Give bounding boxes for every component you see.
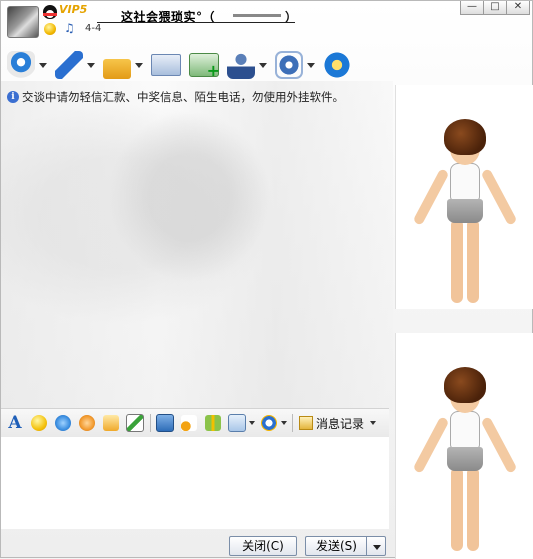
notice-text: 交谈中请勿轻信汇款、中奖信息、陌生电话，勿使用外挂软件。: [22, 90, 344, 104]
qq-penguin-icon: [43, 5, 57, 19]
chevron-down-icon[interactable]: [259, 62, 267, 68]
obscured-text: [233, 14, 281, 17]
security-notice: i 交谈中请勿轻信汇款、中奖信息、陌生电话，勿使用外挂软件。: [7, 89, 344, 105]
avatar-leg: [467, 219, 479, 303]
microphone-icon[interactable]: [55, 51, 83, 79]
music-note-icon[interactable]: ♫: [64, 21, 75, 35]
message-history[interactable]: [1, 105, 389, 405]
chevron-down-icon[interactable]: [135, 62, 143, 68]
send-image-button[interactable]: [155, 413, 175, 433]
send-file-icon[interactable]: [103, 59, 131, 79]
shake-icon: [79, 415, 95, 431]
send-button[interactable]: 发送(S): [305, 536, 367, 556]
music-icon: [181, 415, 197, 431]
webcam-icon[interactable]: [7, 51, 35, 79]
emoticon-button[interactable]: [29, 413, 49, 433]
shake-button[interactable]: [77, 413, 97, 433]
magic-emoticon-button[interactable]: [53, 413, 73, 433]
close-window-button[interactable]: ✕: [506, 1, 530, 15]
voice-message-button[interactable]: [101, 413, 121, 433]
send-options-dropdown[interactable]: [366, 536, 386, 556]
soso-icon: [261, 415, 277, 431]
maximize-button[interactable]: □: [483, 1, 507, 15]
chat-window: VIP5 ♫ 4-4 这社会猥琐实°（ ） — □ ✕ + i 交谈中请勿轻信汇…: [0, 0, 533, 559]
self-show-panel[interactable]: [395, 333, 533, 559]
format-toolbar: A 消息记录: [1, 408, 389, 438]
avatar-arm: [412, 416, 450, 474]
message-record-icon: [299, 416, 313, 430]
pencil-icon: [126, 414, 144, 432]
soso-button[interactable]: [259, 413, 279, 433]
avatar-arm: [480, 168, 518, 226]
signature-underline: [97, 22, 295, 23]
screenshot-icon: [228, 414, 246, 432]
picture-icon: [156, 414, 174, 432]
chevron-down-icon[interactable]: [281, 421, 287, 425]
chevron-down-icon[interactable]: [307, 62, 315, 68]
add-app-icon[interactable]: [189, 53, 220, 80]
status-smiley-icon: [44, 23, 56, 35]
avatar-skirt: [447, 447, 483, 471]
gift-button[interactable]: [203, 413, 223, 433]
self-qq-show-avatar: [412, 367, 518, 557]
user-info-tool[interactable]: [227, 51, 267, 79]
avatar-leg: [467, 467, 479, 551]
avatar-hair: [444, 367, 486, 403]
settings-tool[interactable]: [275, 51, 315, 79]
info-icon: i: [7, 91, 19, 103]
app-launcher-tool[interactable]: [323, 51, 351, 79]
avatar-skirt: [447, 199, 483, 223]
mail-icon[interactable]: [151, 54, 181, 76]
minimize-button[interactable]: —: [460, 1, 484, 15]
toolbar-divider: [292, 414, 293, 432]
chevron-down-icon[interactable]: [370, 421, 377, 425]
window-controls: — □ ✕: [460, 1, 530, 15]
webcam-tool[interactable]: [7, 51, 47, 79]
avatar-tank-top: [450, 411, 480, 449]
hand-icon: [103, 415, 119, 431]
avatar-arm: [412, 168, 450, 226]
screenshot-button[interactable]: [227, 413, 247, 433]
send-file-tool[interactable]: [103, 55, 143, 79]
chevron-down-icon[interactable]: [87, 62, 95, 68]
vip-badge[interactable]: VIP5: [59, 3, 87, 16]
chevron-down-icon[interactable]: [249, 421, 255, 425]
smiley-icon: [31, 415, 47, 431]
qq-penguin-scarf: [43, 13, 57, 16]
magic-face-icon: [55, 415, 71, 431]
app-launcher-icon[interactable]: [323, 51, 351, 79]
title-bar[interactable]: VIP5 ♫ 4-4 这社会猥琐实°（ ） — □ ✕: [1, 1, 533, 41]
graffiti-button[interactable]: [125, 413, 145, 433]
message-input[interactable]: [1, 437, 389, 529]
avatar-leg: [451, 219, 463, 303]
song-count: 4-4: [85, 23, 102, 34]
microphone-tool[interactable]: [55, 51, 95, 79]
avatar-arm: [480, 416, 518, 474]
main-toolbar: [7, 47, 359, 83]
toolbar-divider: [150, 414, 151, 432]
user-info-icon[interactable]: [227, 51, 255, 79]
mail-tool[interactable]: [151, 54, 181, 76]
message-record-button[interactable]: 消息记录: [299, 415, 377, 432]
avatar-hair: [444, 119, 486, 155]
contact-qq-show-avatar: [412, 119, 518, 309]
music-button[interactable]: [179, 413, 199, 433]
settings-gear-icon[interactable]: [275, 51, 303, 79]
close-button[interactable]: 关闭(C): [229, 536, 297, 556]
contact-avatar[interactable]: [7, 6, 39, 38]
avatar-leg: [451, 467, 463, 551]
contact-show-panel[interactable]: [395, 85, 533, 309]
avatar-tank-top: [450, 163, 480, 201]
font-icon[interactable]: A: [5, 413, 25, 433]
gift-icon: [205, 415, 221, 431]
chevron-down-icon[interactable]: [39, 62, 47, 68]
add-app-tool[interactable]: [189, 53, 220, 80]
message-record-label: 消息记录: [316, 416, 365, 431]
